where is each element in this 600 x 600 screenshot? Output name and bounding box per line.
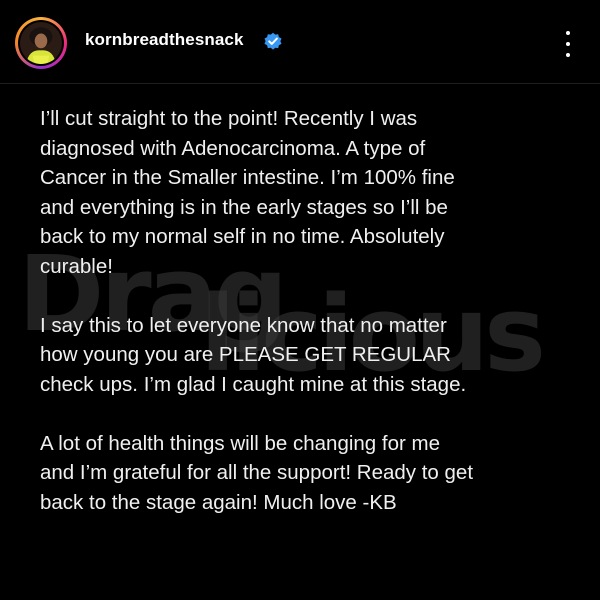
post-caption: I’ll cut straight to the point! Recently… (40, 104, 575, 517)
profile-photo-icon (20, 22, 62, 64)
more-options-icon[interactable] (556, 28, 580, 60)
verified-badge-icon (263, 31, 283, 51)
more-dot (566, 31, 570, 35)
caption-paragraph-1: I’ll cut straight to the point! Recently… (40, 107, 455, 278)
profile-avatar[interactable] (15, 17, 67, 69)
caption-paragraph-3: A lot of health things will be changing … (40, 431, 474, 514)
caption-paragraph-2: I say this to let everyone know that no … (40, 313, 467, 396)
avatar-ring (18, 20, 64, 66)
username[interactable]: kornbreadthesnack (85, 30, 244, 50)
more-dot (566, 42, 570, 46)
post-header: kornbreadthesnack (0, 0, 600, 84)
more-dot (566, 53, 570, 57)
